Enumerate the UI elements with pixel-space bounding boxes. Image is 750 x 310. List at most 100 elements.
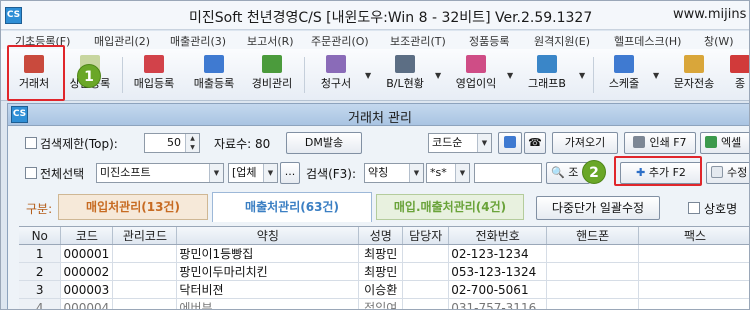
edit-button-label: 수정	[727, 166, 748, 179]
graph-dropdown-icon[interactable]: ▼	[579, 71, 585, 80]
dm-send-button[interactable]: DM발송	[286, 132, 362, 154]
phone-button[interactable]: ☎	[524, 132, 546, 154]
toolbar-profit-button[interactable]: 영업이익	[447, 49, 505, 99]
column-header-code[interactable]: 코드	[60, 227, 114, 245]
toolbar-expense-button[interactable]: 경비관리	[245, 49, 299, 99]
business-type-value: [업체	[232, 166, 257, 179]
column-header-fax[interactable]: 팩스	[638, 227, 749, 245]
invoice-dropdown-icon[interactable]: ▼	[365, 71, 371, 80]
toolbar-exit-button[interactable]: 종	[729, 49, 749, 99]
printer-icon	[633, 136, 646, 148]
match-mode-select[interactable]: *s* ▼	[426, 163, 470, 183]
table-row[interactable]: 1 000001 팡민이1등빵집 최팡민 02-123-1234	[19, 244, 749, 263]
cell-phone: 02-123-1234	[448, 244, 548, 263]
toolbar-profit-label: 영업이익	[455, 77, 497, 90]
search-field-select[interactable]: 약칭 ▼	[364, 163, 424, 183]
search-limit-checkbox[interactable]	[25, 137, 37, 149]
column-header-management-code[interactable]: 관리코드	[112, 227, 178, 245]
menu-sales[interactable]: 매출관리(3)	[170, 33, 226, 49]
sms-icon	[684, 55, 704, 73]
excel-button[interactable]: 엑셀	[700, 132, 749, 154]
table-row[interactable]: 3 000003 닥터비젼 이승환 02-700-5061	[19, 280, 749, 299]
vendor-table: No 코드 관리코드 약칭 성명 담당자 전화번호 핸드폰 팩스 1 00000	[19, 226, 749, 309]
search-button-label: 조	[568, 166, 579, 179]
column-header-mobile[interactable]: 핸드폰	[546, 227, 640, 245]
search-input[interactable]	[474, 163, 542, 183]
toolbar-graph-button[interactable]: 그래프B	[519, 49, 575, 99]
menu-purchase[interactable]: 매입관리(2)	[94, 33, 150, 49]
column-header-phone[interactable]: 전화번호	[448, 227, 548, 245]
step-marker-2: 2	[582, 160, 606, 184]
column-header-name[interactable]: 성명	[358, 227, 404, 245]
company-select[interactable]: 미진소프트 ▼	[96, 163, 224, 183]
select-all-checkbox[interactable]	[25, 167, 37, 179]
menu-license[interactable]: 정품등록	[469, 33, 509, 49]
column-header-no[interactable]: No	[19, 227, 62, 245]
menu-bar: 기초등록(F) 매입관리(2) 매출관리(3) 보고서(R) 주문관리(O) 보…	[1, 31, 749, 49]
menu-auxiliary[interactable]: 보조관리(T)	[390, 33, 446, 49]
menu-remote-support[interactable]: 원격지원(E)	[534, 33, 590, 49]
cell-code: 000003	[60, 280, 114, 299]
toolbar-sales-button[interactable]: 매출등록	[185, 49, 243, 99]
match-mode-value: *s*	[430, 166, 447, 179]
purchase-icon	[144, 55, 164, 73]
toolbar-bl-button[interactable]: B/L현황	[377, 49, 433, 99]
schedule-dropdown-icon[interactable]: ▼	[653, 71, 659, 80]
chevron-down-icon: ▼	[409, 164, 423, 182]
cell-phone: 031-757-3116	[448, 298, 548, 309]
inner-title-bar: CS 거래처 관리	[8, 104, 749, 126]
tab-sales-vendors[interactable]: 매출처관리(63건)	[212, 192, 372, 222]
tab-purchase-sales-vendors[interactable]: 매입.매출처관리(4건)	[376, 194, 524, 220]
lookup-button[interactable]: ...	[280, 162, 300, 184]
cell-manager	[402, 280, 450, 299]
cell-mobile	[546, 298, 640, 309]
table-row[interactable]: 2 000002 팡민이두마리치킨 최팡민 053-123-1324	[19, 262, 749, 281]
menu-reports[interactable]: 보고서(R)	[247, 33, 294, 49]
edit-button[interactable]: 수정	[706, 162, 749, 184]
import-button[interactable]: 가져오기	[552, 132, 618, 154]
cell-short-name: 팡민이1등빵집	[176, 244, 360, 263]
profit-dropdown-icon[interactable]: ▼	[507, 71, 513, 80]
cell-mobile	[546, 262, 640, 281]
sales-icon	[204, 55, 224, 73]
sort-order-select[interactable]: 코드순 ▼	[428, 133, 492, 153]
search-icon: 🔍	[551, 166, 565, 179]
subwindow-title: 거래처 관리	[348, 111, 412, 126]
cell-mobile	[546, 280, 640, 299]
toolbar-bl-label: B/L현황	[386, 77, 424, 90]
toolbar-exit-label: 종	[734, 77, 746, 90]
menu-orders[interactable]: 주문관리(O)	[311, 33, 369, 49]
table-row[interactable]: 4 000004 에버뷰 정임여 031-757-3116	[19, 298, 749, 309]
toolbar-invoice-button[interactable]: 청구서	[311, 49, 361, 99]
app-window: CS 미진Soft 천년경영C/S [내윈도우:Win 8 - 32비트] Ve…	[0, 0, 750, 310]
search-limit-input[interactable]: 50 ▲ ▼	[144, 133, 200, 153]
cell-manager	[402, 244, 450, 263]
app-logo-icon: CS	[5, 7, 22, 24]
cell-phone: 053-123-1324	[448, 262, 548, 281]
toolbar-sms-button[interactable]: 문자전송	[665, 49, 723, 99]
column-header-short-name[interactable]: 약칭	[176, 227, 360, 245]
cell-fax	[638, 280, 749, 299]
cell-manager	[402, 298, 450, 309]
window-title: 미진Soft 천년경영C/S [내윈도우:Win 8 - 32비트] Ver.2…	[189, 10, 593, 26]
tab-purchase-vendors[interactable]: 매입처관리(13건)	[58, 194, 208, 220]
cell-manager	[402, 262, 450, 281]
business-type-select[interactable]: [업체 ▼	[228, 163, 278, 183]
menu-window[interactable]: 창(W)	[704, 33, 734, 49]
graph-icon	[537, 55, 557, 73]
cell-fax	[638, 262, 749, 281]
toolbar-purchase-label: 매입등록	[133, 77, 175, 90]
cell-phone: 02-700-5061	[448, 280, 548, 299]
toolbar-purchase-button[interactable]: 매입등록	[125, 49, 183, 99]
mutual-name-checkbox[interactable]	[688, 202, 700, 214]
column-header-manager[interactable]: 담당자	[402, 227, 450, 245]
bl-dropdown-icon[interactable]: ▼	[435, 71, 441, 80]
toolbar-schedule-button[interactable]: 스케줄	[599, 49, 649, 99]
menu-helpdesk[interactable]: 헬프데스크(H)	[614, 33, 681, 49]
toolbar-graph-label: 그래프B	[528, 77, 566, 90]
bulk-price-edit-button[interactable]: 다중단가 일괄수정	[536, 196, 660, 220]
cell-no: 2	[19, 262, 62, 281]
print-button[interactable]: 인쇄 F7	[624, 132, 696, 154]
spin-button-icon[interactable]: ▲ ▼	[185, 134, 199, 152]
settings-button[interactable]	[498, 132, 522, 154]
